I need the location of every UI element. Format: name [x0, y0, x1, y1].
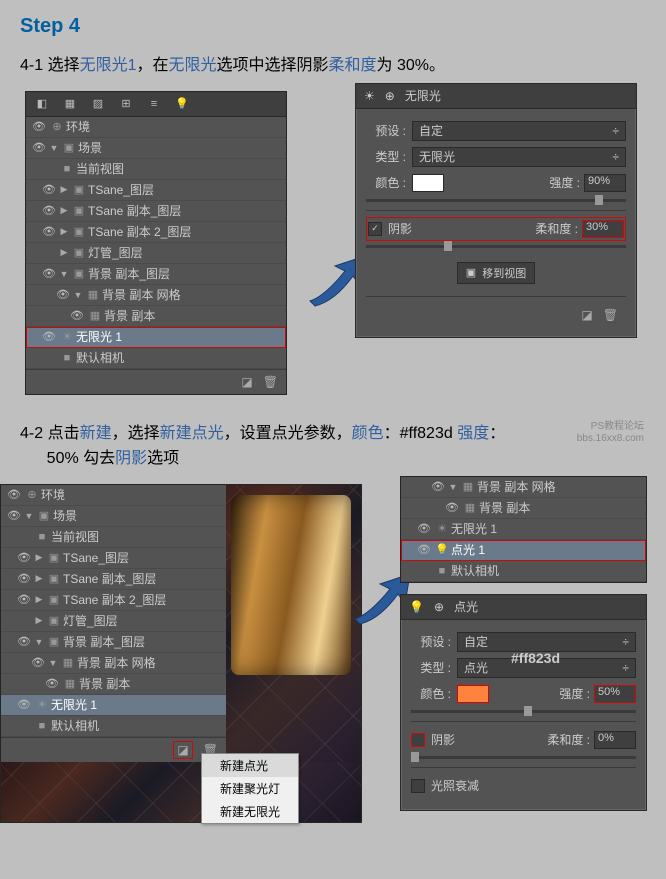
intensity-input[interactable]: 50%	[594, 685, 636, 703]
layer-bg-copy-layer[interactable]: 👁▼▣背景 副本_图层	[1, 632, 226, 653]
shadow-label: 阴影	[431, 731, 455, 748]
type-label: 类型 :	[366, 148, 406, 165]
layer-infinite-light[interactable]: 👁☀无限光 1	[1, 695, 226, 716]
layer-scene[interactable]: 👁▼▣场景	[1, 506, 226, 527]
panel-tabs: ◧ ▦ ▨ ⊞ ≡ 💡	[26, 92, 286, 117]
layer-tsane[interactable]: 👁▶▣TSane_图层	[1, 548, 226, 569]
preset-label: 预设 :	[366, 122, 406, 139]
target-icon: ⊕	[434, 600, 444, 614]
intensity-slider[interactable]	[411, 710, 636, 713]
shadow-checkbox[interactable]: ✓	[368, 222, 382, 236]
new-icon[interactable]: ◪	[581, 308, 592, 322]
tab-icon[interactable]: ⊞	[118, 97, 134, 111]
softness-label: 柔和度 :	[547, 731, 590, 748]
falloff-checkbox[interactable]	[411, 779, 425, 793]
layer-lamp[interactable]: ▶▣灯管_图层	[1, 611, 226, 632]
color-annotation: #ff823d	[511, 650, 560, 666]
step-title: Step 4	[20, 15, 646, 38]
trash-icon[interactable]: 🗑	[263, 375, 278, 389]
layer-bg-mesh[interactable]: 👁▼▦背景 副本 网格	[26, 285, 286, 306]
watermark: PS教程论坛bbs.16xx8.com	[577, 421, 644, 445]
new-icon[interactable]: ◪	[241, 375, 252, 389]
layer-infinite-light-selected[interactable]: 👁☀无限光 1	[26, 327, 286, 348]
type-select[interactable]: 无限光÷	[412, 147, 626, 167]
instruction-4-1: 4-1 选择无限光1，在无限光选项中选择阴影柔和度为 30%。	[20, 53, 646, 79]
type-label: 类型 :	[411, 659, 451, 676]
shadow-checkbox[interactable]	[411, 733, 425, 747]
infinite-light-panel: ☀ ⊕ 无限光 预设 : 自定÷ 类型 : 无限光÷ 颜色 : 强度 : 90% ✓	[355, 83, 637, 338]
layer-row[interactable]: ■默认相机	[401, 561, 646, 582]
target-icon: ⊕	[385, 89, 395, 103]
layers-panel-2: 👁⊕环境 👁▼▣场景 ■当前视图 👁▶▣TSane_图层 👁▶▣TSane 副本…	[0, 484, 362, 823]
color-swatch[interactable]	[457, 685, 489, 703]
softness-input[interactable]: 30%	[582, 220, 624, 238]
intensity-slider[interactable]	[366, 199, 626, 202]
light-icon: ☀	[364, 89, 375, 103]
tab-icon[interactable]: ◧	[34, 97, 50, 111]
layer-bg-copy-layer[interactable]: 👁▼▣背景 副本_图层	[26, 264, 286, 285]
layer-tsane[interactable]: 👁▶▣TSane_图层	[26, 180, 286, 201]
bulb-icon[interactable]: 💡	[174, 97, 190, 111]
layers-snippet: 👁▼▦背景 副本 网格 👁▦背景 副本 👁☀无限光 1 👁💡点光 1 ■默认相机	[400, 476, 647, 583]
move-to-view-button[interactable]: ▣移到视图	[457, 262, 535, 284]
menu-new-point[interactable]: 新建点光	[202, 754, 298, 777]
instruction-4-2: 4-2 点击新建，选择新建点光，设置点光参数，颜色：#ff823d 强度： 50…	[20, 421, 646, 472]
layer-bg-copy[interactable]: 👁▦背景 副本	[26, 306, 286, 327]
softness-input[interactable]: 0%	[594, 731, 636, 749]
layer-env[interactable]: 👁⊕环境	[26, 117, 286, 138]
layer-row[interactable]: 👁▼▦背景 副本 网格	[401, 477, 646, 498]
new-light-button[interactable]: ◪	[173, 741, 192, 759]
layer-camera[interactable]: ■默认相机	[26, 348, 286, 369]
softness-slider[interactable]	[411, 756, 636, 759]
color-swatch[interactable]	[412, 174, 444, 192]
layer-row[interactable]: 👁☀无限光 1	[401, 519, 646, 540]
panel-title: 点光	[454, 598, 478, 615]
tab-icon[interactable]: ≡	[146, 97, 162, 111]
preset-label: 预设 :	[411, 633, 451, 650]
menu-new-infinite[interactable]: 新建无限光	[202, 800, 298, 823]
intensity-label: 强度 :	[559, 685, 590, 702]
layer-scene[interactable]: 👁▼▣场景	[26, 138, 286, 159]
layer-camera[interactable]: ■默认相机	[1, 716, 226, 737]
tab-icon[interactable]: ▨	[90, 97, 106, 111]
falloff-label: 光照衰减	[431, 777, 479, 794]
layer-env[interactable]: 👁⊕环境	[1, 485, 226, 506]
layer-curview[interactable]: ■当前视图	[26, 159, 286, 180]
layer-tsane-copy2[interactable]: 👁▶▣TSane 副本 2_图层	[1, 590, 226, 611]
layer-point-light-selected[interactable]: 👁💡点光 1	[401, 540, 646, 561]
color-label: 颜色 :	[411, 685, 451, 702]
intensity-label: 强度 :	[549, 174, 580, 191]
layer-curview[interactable]: ■当前视图	[1, 527, 226, 548]
tab-icon[interactable]: ▦	[62, 97, 78, 111]
menu-new-spot[interactable]: 新建聚光灯	[202, 777, 298, 800]
layer-tsane-copy[interactable]: 👁▶▣TSane 副本_图层	[1, 569, 226, 590]
color-label: 颜色 :	[366, 174, 406, 191]
layer-bg-mesh[interactable]: 👁▼▦背景 副本 网格	[1, 653, 226, 674]
trash-icon[interactable]: 🗑	[603, 308, 618, 322]
layer-bg-copy[interactable]: 👁▦背景 副本	[1, 674, 226, 695]
shadow-label: 阴影	[388, 220, 412, 237]
point-light-panel: 💡 ⊕ 点光 预设 :自定÷ 类型 :点光÷#ff823d 颜色 : 强度 : …	[400, 594, 647, 811]
new-light-menu: 新建点光 新建聚光灯 新建无限光	[201, 753, 299, 824]
layer-tsane-copy[interactable]: 👁▶▣TSane 副本_图层	[26, 201, 286, 222]
layers-panel: ◧ ▦ ▨ ⊞ ≡ 💡 👁⊕环境 👁▼▣场景 ■当前视图 👁▶▣TSane_图层…	[25, 91, 287, 395]
bulb-icon: 💡	[409, 600, 424, 614]
softness-label: 柔和度 :	[535, 220, 578, 237]
layer-row[interactable]: 👁▦背景 副本	[401, 498, 646, 519]
intensity-input[interactable]: 90%	[584, 174, 626, 192]
preset-select[interactable]: 自定÷	[412, 121, 626, 141]
panel-title: 无限光	[405, 87, 441, 104]
layer-lamp[interactable]: ▶▣灯管_图层	[26, 243, 286, 264]
layer-tsane-copy2[interactable]: 👁▶▣TSane 副本 2_图层	[26, 222, 286, 243]
softness-slider[interactable]	[366, 245, 626, 248]
preset-select[interactable]: 自定÷	[457, 632, 636, 652]
